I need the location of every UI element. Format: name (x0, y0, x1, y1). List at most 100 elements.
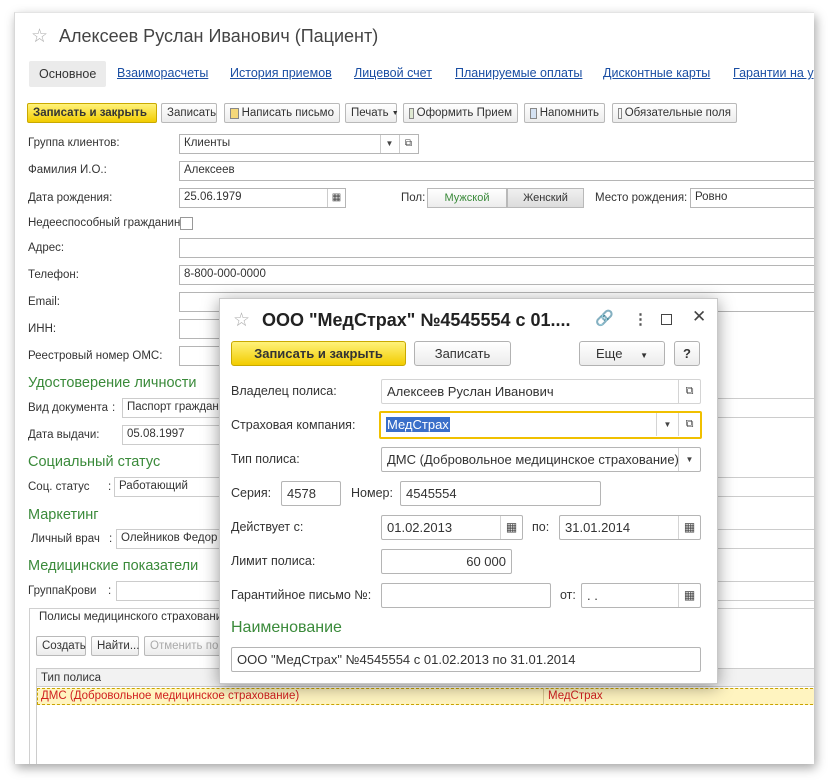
inn-label: ИНН: (28, 323, 57, 335)
tab-planned-payments[interactable]: Планируемые оплаты (455, 66, 582, 80)
address-field[interactable] (179, 238, 814, 258)
limit-field[interactable]: 60 000 (381, 549, 512, 574)
social-section-title: Социальный статус (28, 454, 161, 470)
close-icon[interactable]: ✕ (692, 307, 706, 327)
tab-guarantees[interactable]: Гарантии на у (733, 66, 814, 80)
favorite-star-icon[interactable]: ☆ (31, 25, 48, 48)
open-icon[interactable]: ⧉ (678, 413, 700, 436)
open-icon[interactable]: ⧉ (678, 380, 700, 403)
chevron-down-icon[interactable]: ▼ (656, 413, 678, 436)
doc-type-value: Паспорт граждани (127, 401, 226, 413)
incapable-checkbox[interactable] (180, 217, 193, 230)
tab-visit-history[interactable]: История приемов (230, 66, 332, 80)
valid-from-field[interactable]: 01.02.2013 ▦ (381, 515, 523, 540)
make-appointment-button[interactable]: Оформить Прием (403, 103, 518, 123)
valid-to-field[interactable]: 31.01.2014 ▦ (559, 515, 701, 540)
link-icon[interactable]: 🔗 (595, 309, 614, 327)
tab-settlements[interactable]: Взаиморасчеты (117, 66, 208, 80)
dialog-save-close-button[interactable]: Записать и закрыть (231, 341, 406, 366)
guarantee-label: Гарантийное письмо №: (231, 588, 372, 602)
tab-discount-cards[interactable]: Дисконтные карты (603, 66, 710, 80)
more-vert-icon[interactable]: ⋮ (633, 310, 648, 328)
series-field[interactable]: 4578 (281, 481, 341, 506)
owner-field[interactable]: Алексеев Руслан Иванович ⧉ (381, 379, 701, 404)
name-field[interactable]: ООО "МедСтрах" №4545554 с 01.02.2013 по … (231, 647, 701, 672)
row-policy-type: ДМС (Добровольное медицинское страховани… (41, 690, 300, 702)
gender-label: Пол: (401, 192, 426, 204)
tab-main[interactable]: Основное (29, 61, 107, 87)
more-button[interactable]: Еще ▼ (579, 341, 665, 366)
maximize-icon[interactable] (661, 314, 672, 325)
doctor-label: Личный врач (31, 533, 100, 545)
calendar-icon[interactable]: ▦ (500, 516, 522, 539)
print-button[interactable]: Печать ▼ (345, 103, 399, 123)
write-letter-label: Написать письмо (241, 107, 334, 119)
number-field[interactable]: 4545554 (400, 481, 601, 506)
open-icon[interactable]: ⧉ (399, 135, 417, 153)
gender-male-button[interactable]: Мужской (427, 188, 507, 208)
birth-date-label: Дата рождения: (28, 192, 113, 204)
find-button[interactable]: Найти... (91, 636, 139, 656)
row-company: МедСтрах (548, 690, 603, 702)
checklist-icon (618, 107, 622, 119)
favorite-star-icon[interactable]: ☆ (233, 309, 250, 332)
document-icon (409, 107, 414, 119)
company-field[interactable]: МедСтрах ▼ ⧉ (379, 411, 702, 439)
required-fields-label: Обязательные поля (624, 107, 731, 119)
phone-field[interactable]: 8-800-000-0000 (179, 265, 814, 285)
reminder-icon (530, 107, 537, 119)
remind-label: Напомнить (539, 107, 599, 119)
incapable-label: Недееспособный гражданин: (28, 217, 184, 229)
tab-personal-account[interactable]: Лицевой счет (354, 66, 432, 80)
birthplace-value: Ровно (695, 191, 728, 203)
more-label: Еще (596, 346, 623, 361)
fio-field[interactable]: Алексеев (179, 161, 814, 181)
guarantee-field[interactable] (381, 583, 551, 608)
guarantee-date-field[interactable]: . . ▦ (581, 583, 701, 608)
social-status-label: Соц. статус (28, 481, 90, 493)
phone-value: 8-800-000-0000 (184, 268, 266, 280)
colon: : (108, 481, 112, 493)
chevron-down-icon[interactable]: ▼ (678, 448, 700, 471)
medical-section-title: Медицинские показатели (28, 558, 199, 574)
policies-group-title: Полисы медицинского страховани (39, 611, 223, 623)
dialog-title: ООО "МедСтрах" №4545554 с 01.... (262, 310, 571, 330)
birth-date-field[interactable]: 25.06.1979 (179, 188, 346, 208)
chevron-down-icon[interactable]: ▼ (380, 135, 398, 153)
remind-button[interactable]: Напомнить (524, 103, 605, 123)
calendar-icon[interactable]: ▦ (678, 584, 700, 607)
cancel-search-button[interactable]: Отменить пои (144, 636, 225, 656)
dialog-save-button[interactable]: Записать (414, 341, 511, 366)
email-label: Email: (28, 296, 60, 308)
save-button[interactable]: Записать (161, 103, 217, 123)
calendar-icon[interactable]: ▦ (678, 516, 700, 539)
write-letter-button[interactable]: Написать письмо (224, 103, 340, 123)
gender-female-button[interactable]: Женский (507, 188, 584, 208)
colon: : (108, 585, 112, 597)
birth-date-value: 25.06.1979 (184, 191, 242, 203)
limit-label: Лимит полиса: (231, 554, 316, 568)
number-label: Номер: (351, 486, 393, 500)
address-label: Адрес: (28, 242, 65, 254)
guarantee-date-value: . . (587, 588, 598, 603)
required-fields-button[interactable]: Обязательные поля (612, 103, 737, 123)
calendar-icon[interactable]: ▦ (327, 189, 345, 207)
window-title: Алексеев Руслан Иванович (Пациент) (59, 26, 379, 46)
fio-label: Фамилия И.О.: (28, 164, 107, 176)
series-label: Серия: (231, 486, 272, 500)
birthplace-label: Место рождения: (595, 192, 688, 204)
column-divider (543, 688, 544, 705)
policy-type-field[interactable]: ДМС (Добровольное медицинское страховани… (381, 447, 701, 472)
blood-group-label: ГруппаКрови (28, 585, 97, 597)
name-section-title: Наименование (231, 619, 342, 636)
create-policy-button[interactable]: Создать (36, 636, 86, 656)
series-value: 4578 (287, 486, 316, 501)
number-value: 4545554 (406, 486, 457, 501)
company-label: Страховая компания: (231, 418, 356, 432)
owner-label: Владелец полиса: (231, 384, 337, 398)
save-close-button[interactable]: Записать и закрыть (27, 103, 157, 123)
chevron-down-icon: ▼ (391, 109, 399, 117)
help-button[interactable]: ? (674, 341, 700, 366)
birthplace-field[interactable]: Ровно (690, 188, 814, 208)
fio-value: Алексеев (184, 164, 235, 176)
